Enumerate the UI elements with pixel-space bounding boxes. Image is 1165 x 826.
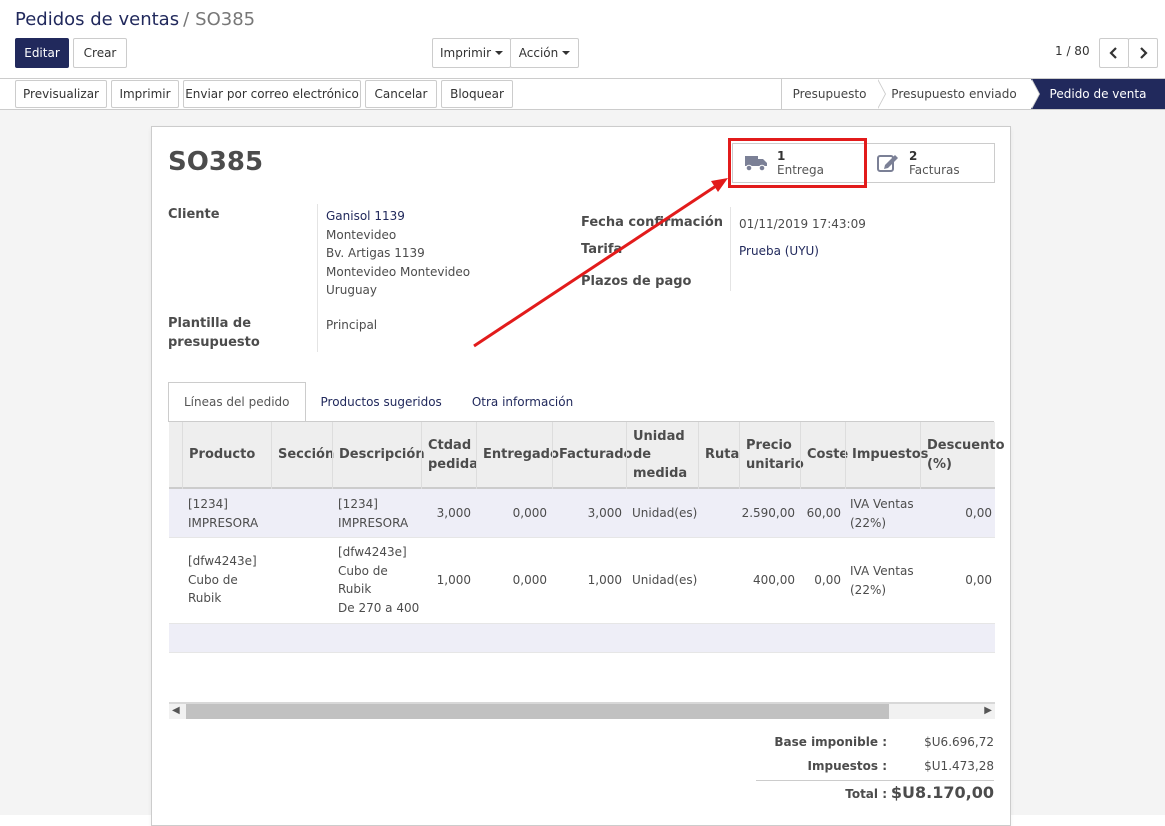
stage-arrow [1031,79,1039,109]
stage-arrow [877,79,885,109]
annotation-arrow-icon [473,178,728,348]
